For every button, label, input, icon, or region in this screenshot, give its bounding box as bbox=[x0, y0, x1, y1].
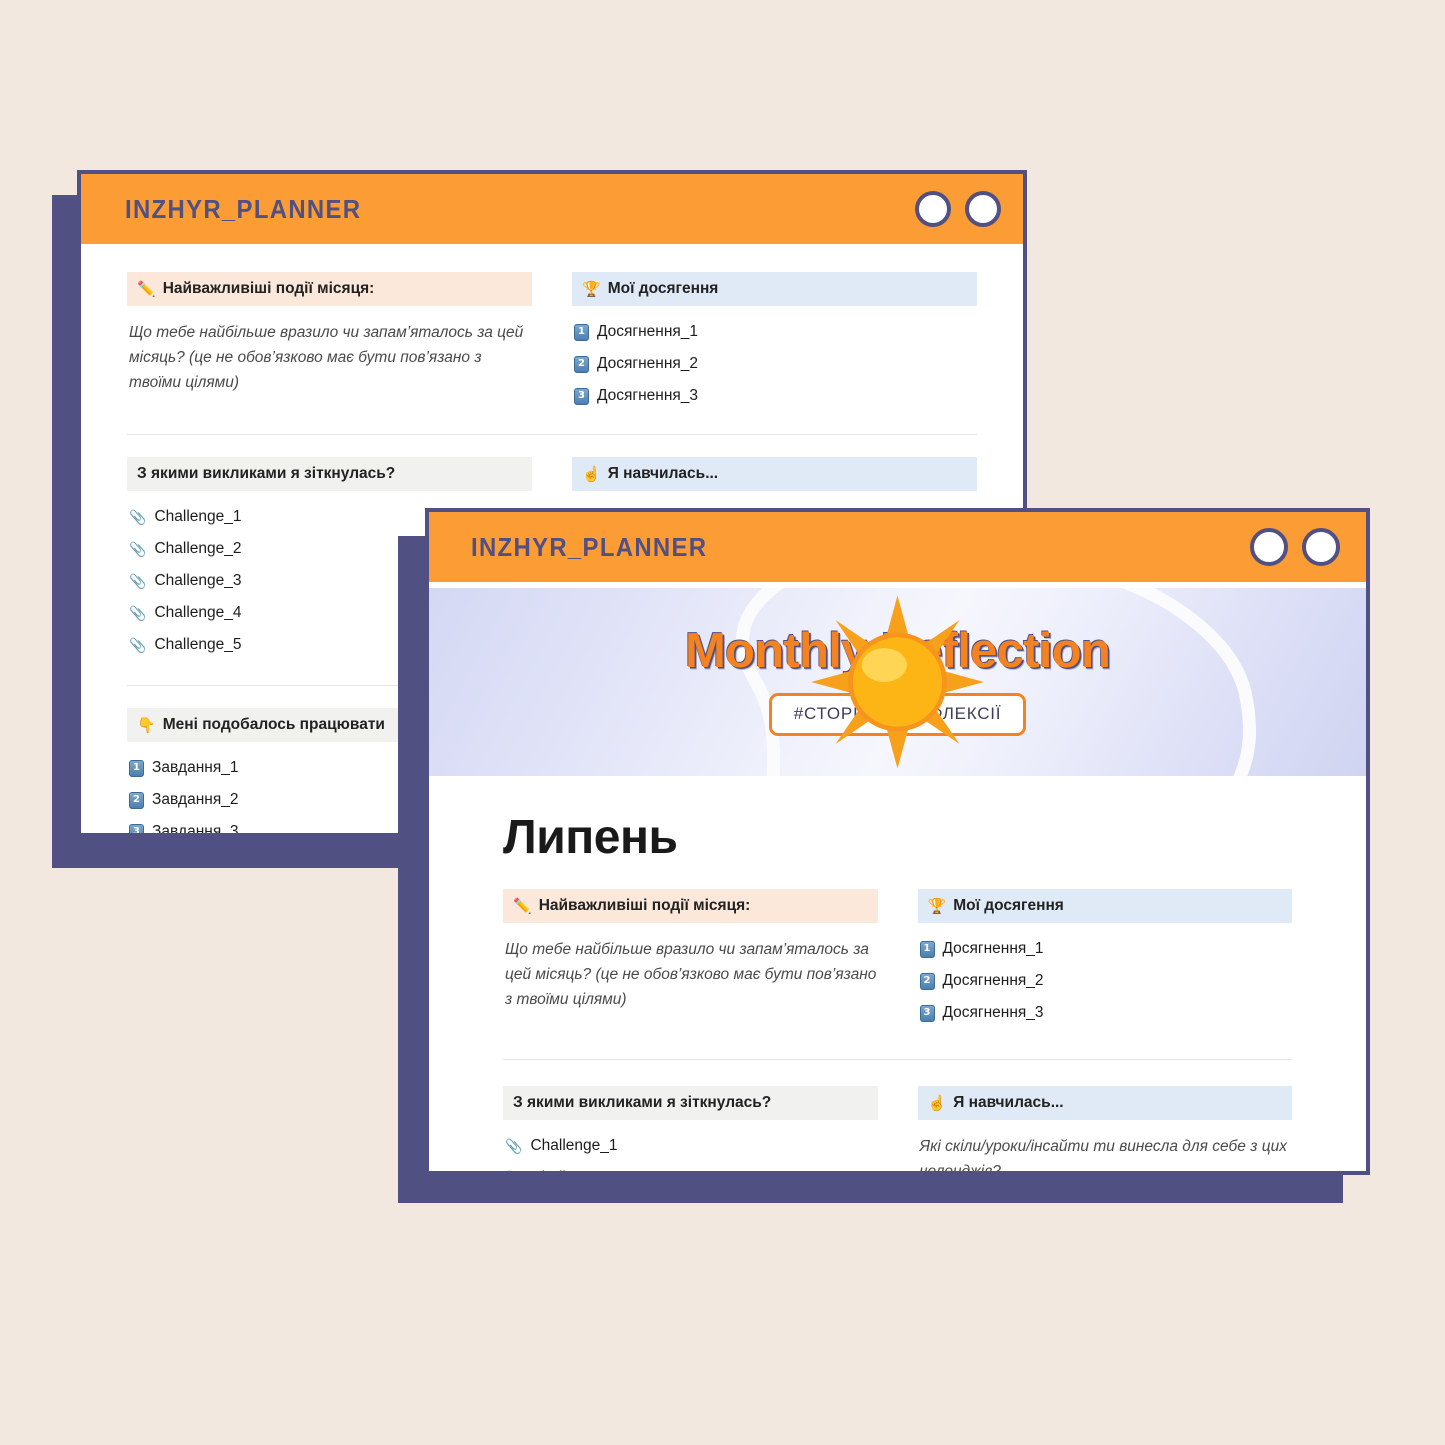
back-events-hint: Що тебе найбільше вразило чи запам’ятало… bbox=[129, 324, 524, 392]
list-item-label: Challenge_2 bbox=[154, 540, 242, 558]
front-learned-header: ☝️ Я навчилась... bbox=[917, 1086, 1292, 1121]
back-liked-title: Мені подобалось працювати bbox=[162, 716, 385, 734]
front-challenges-column: З якими викликами я зіткнулась? 📎 Challe… bbox=[503, 1086, 878, 1175]
back-window-titlebar[interactable]: INZHYR_PLANNER bbox=[81, 174, 1023, 244]
list-item[interactable]: 3 Досягнення_3 bbox=[918, 997, 1293, 1029]
back-achievements-list: 1 Досягнення_1 2 Досягнення_2 3 Досягнен… bbox=[572, 316, 977, 412]
list-item[interactable]: 📎 Challenge_1 bbox=[503, 1130, 878, 1162]
number-3-icon: 3 bbox=[919, 1004, 935, 1022]
paperclip-icon: 📎 bbox=[129, 573, 147, 590]
paperclip-icon: 📎 bbox=[129, 541, 147, 558]
front-row-events-achievements: ✏️ Найважливіші події місяця: Що тебе на… bbox=[503, 889, 1292, 1029]
number-1-icon: 1 bbox=[919, 940, 935, 958]
front-events-hint: Що тебе найбільше вразило чи запам’ятало… bbox=[505, 941, 877, 1009]
list-item[interactable]: 1 Досягнення_1 bbox=[918, 933, 1293, 965]
front-learned-title: Я навчилась... bbox=[953, 1094, 1064, 1112]
minimize-circle-icon[interactable] bbox=[915, 191, 951, 227]
back-challenges-title: З якими викликами я зіткнулась? bbox=[137, 465, 396, 483]
front-events-column: ✏️ Найважливіші події місяця: Що тебе на… bbox=[503, 889, 878, 1029]
list-item-label: Досягнення_2 bbox=[942, 972, 1044, 990]
list-item[interactable]: 2 Досягнення_2 bbox=[572, 348, 977, 380]
paperclip-icon: 📎 bbox=[129, 637, 147, 654]
pointing-up-icon: ☝️ bbox=[582, 465, 601, 483]
front-events-header: ✏️ Найважливіші події місяця: bbox=[503, 889, 878, 924]
list-item-label: Challenge_3 bbox=[154, 572, 242, 590]
back-challenges-header: З якими викликами я зіткнулась? bbox=[127, 457, 532, 492]
minimize-circle-icon[interactable] bbox=[1250, 528, 1288, 566]
pointing-up-icon: ☝️ bbox=[927, 1094, 947, 1112]
back-events-header: ✏️ Найважливіші події місяця: bbox=[127, 272, 532, 307]
front-learned-hint: Які скіли/уроки/інсайти ти винесла для с… bbox=[919, 1138, 1287, 1175]
front-window[interactable]: INZHYR_PLANNER Monthly Reflection #СТОРІ… bbox=[425, 508, 1370, 1175]
back-achievements-header: 🏆 Мої досягення bbox=[572, 272, 977, 307]
back-learned-title: Я навчилась... bbox=[607, 465, 719, 483]
number-2-icon: 2 bbox=[574, 355, 589, 373]
back-learned-header: ☝️ Я навчилась... bbox=[572, 457, 977, 492]
close-circle-icon[interactable] bbox=[1302, 528, 1340, 566]
number-3-icon: 3 bbox=[574, 387, 589, 405]
list-item[interactable]: 3 Досягнення_3 bbox=[572, 380, 977, 412]
list-item[interactable]: 📎 Challenge_2 bbox=[503, 1162, 878, 1175]
list-item-label: Завдання_2 bbox=[152, 791, 239, 809]
front-challenges-title: З якими викликами я зіткнулась? bbox=[513, 1094, 772, 1112]
back-row-events-achievements: ✏️ Найважливіші події місяця: Що тебе на… bbox=[127, 272, 977, 412]
list-item-label: Challenge_2 bbox=[530, 1169, 617, 1171]
list-item[interactable]: 1 Досягнення_1 bbox=[572, 316, 977, 348]
pencil-icon: ✏️ bbox=[137, 280, 156, 298]
number-1-icon: 1 bbox=[129, 759, 144, 777]
number-2-icon: 2 bbox=[129, 791, 144, 809]
front-challenges-header: З якими викликами я зіткнулась? bbox=[503, 1086, 878, 1121]
front-window-brand: INZHYR_PLANNER bbox=[471, 531, 708, 562]
list-item-label: Challenge_5 bbox=[154, 636, 242, 654]
list-item-label: Досягнення_2 bbox=[597, 355, 699, 373]
pointing-down-icon: 👇 bbox=[137, 716, 156, 734]
list-item[interactable]: 2 Досягнення_2 bbox=[918, 965, 1293, 997]
front-window-controls bbox=[1250, 528, 1340, 566]
back-achievements-title: Мої досягення bbox=[607, 280, 719, 297]
front-divider-1 bbox=[503, 1059, 1292, 1061]
paperclip-icon: 📎 bbox=[505, 1171, 522, 1175]
list-item-label: Challenge_4 bbox=[154, 604, 242, 622]
list-item-label: Challenge_1 bbox=[530, 1137, 618, 1155]
pencil-icon: ✏️ bbox=[513, 897, 532, 915]
front-achievements-header: 🏆 Мої досягення bbox=[917, 889, 1292, 924]
front-achievements-column: 🏆 Мої досягення 1 Досягнення_1 2 Досягне… bbox=[917, 889, 1293, 1029]
front-challenges-list: 📎 Challenge_1 📎 Challenge_2 bbox=[503, 1130, 878, 1175]
front-events-title: Найважливіші події місяця: bbox=[538, 897, 751, 914]
list-item-label: Завдання_1 bbox=[152, 759, 239, 777]
back-events-title: Найважливіші події місяця: bbox=[162, 280, 375, 297]
number-1-icon: 1 bbox=[574, 323, 589, 341]
front-achievements-title: Мої досягення bbox=[953, 897, 1064, 914]
front-window-titlebar[interactable]: INZHYR_PLANNER bbox=[429, 512, 1366, 582]
sun-icon bbox=[811, 595, 984, 769]
trophy-icon: 🏆 bbox=[927, 897, 947, 915]
trophy-icon: 🏆 bbox=[582, 280, 601, 298]
list-item-label: Досягнення_3 bbox=[597, 387, 699, 405]
back-window-controls bbox=[915, 191, 1001, 227]
front-achievements-list: 1 Досягнення_1 2 Досягнення_2 3 Досягнен… bbox=[918, 933, 1293, 1029]
front-learned-column: ☝️ Я навчилась... Які скіли/уроки/інсайт… bbox=[917, 1086, 1292, 1175]
paperclip-icon: 📎 bbox=[505, 1138, 523, 1155]
list-item-label: Challenge_1 bbox=[154, 508, 242, 526]
back-divider-1 bbox=[127, 434, 977, 436]
list-item-label: Досягнення_3 bbox=[942, 1004, 1044, 1022]
back-events-column: ✏️ Найважливіші події місяця: Що тебе на… bbox=[127, 272, 532, 412]
paperclip-icon: 📎 bbox=[129, 605, 147, 622]
page-title: Липень bbox=[503, 811, 678, 864]
paperclip-icon: 📎 bbox=[129, 509, 147, 526]
list-item-label: Досягнення_1 bbox=[942, 940, 1044, 958]
front-row-challenges-learned: З якими викликами я зіткнулась? 📎 Challe… bbox=[503, 1086, 1292, 1175]
front-window-body: Липень ✏️ Найважливіші події місяця: Що … bbox=[429, 810, 1366, 1175]
close-circle-icon[interactable] bbox=[965, 191, 1001, 227]
hero-banner: Monthly Reflection #СТОРІНКИ_РЕФЛЕКСІЇ bbox=[429, 588, 1366, 776]
back-window-brand: INZHYR_PLANNER bbox=[125, 193, 362, 224]
number-2-icon: 2 bbox=[919, 972, 935, 990]
list-item-label: Завдання_3 bbox=[152, 823, 239, 837]
back-achievements-column: 🏆 Мої досягення 1 Досягнення_1 2 Досягне… bbox=[572, 272, 977, 412]
list-item-label: Досягнення_1 bbox=[597, 323, 699, 341]
number-3-icon: 3 bbox=[129, 823, 144, 833]
